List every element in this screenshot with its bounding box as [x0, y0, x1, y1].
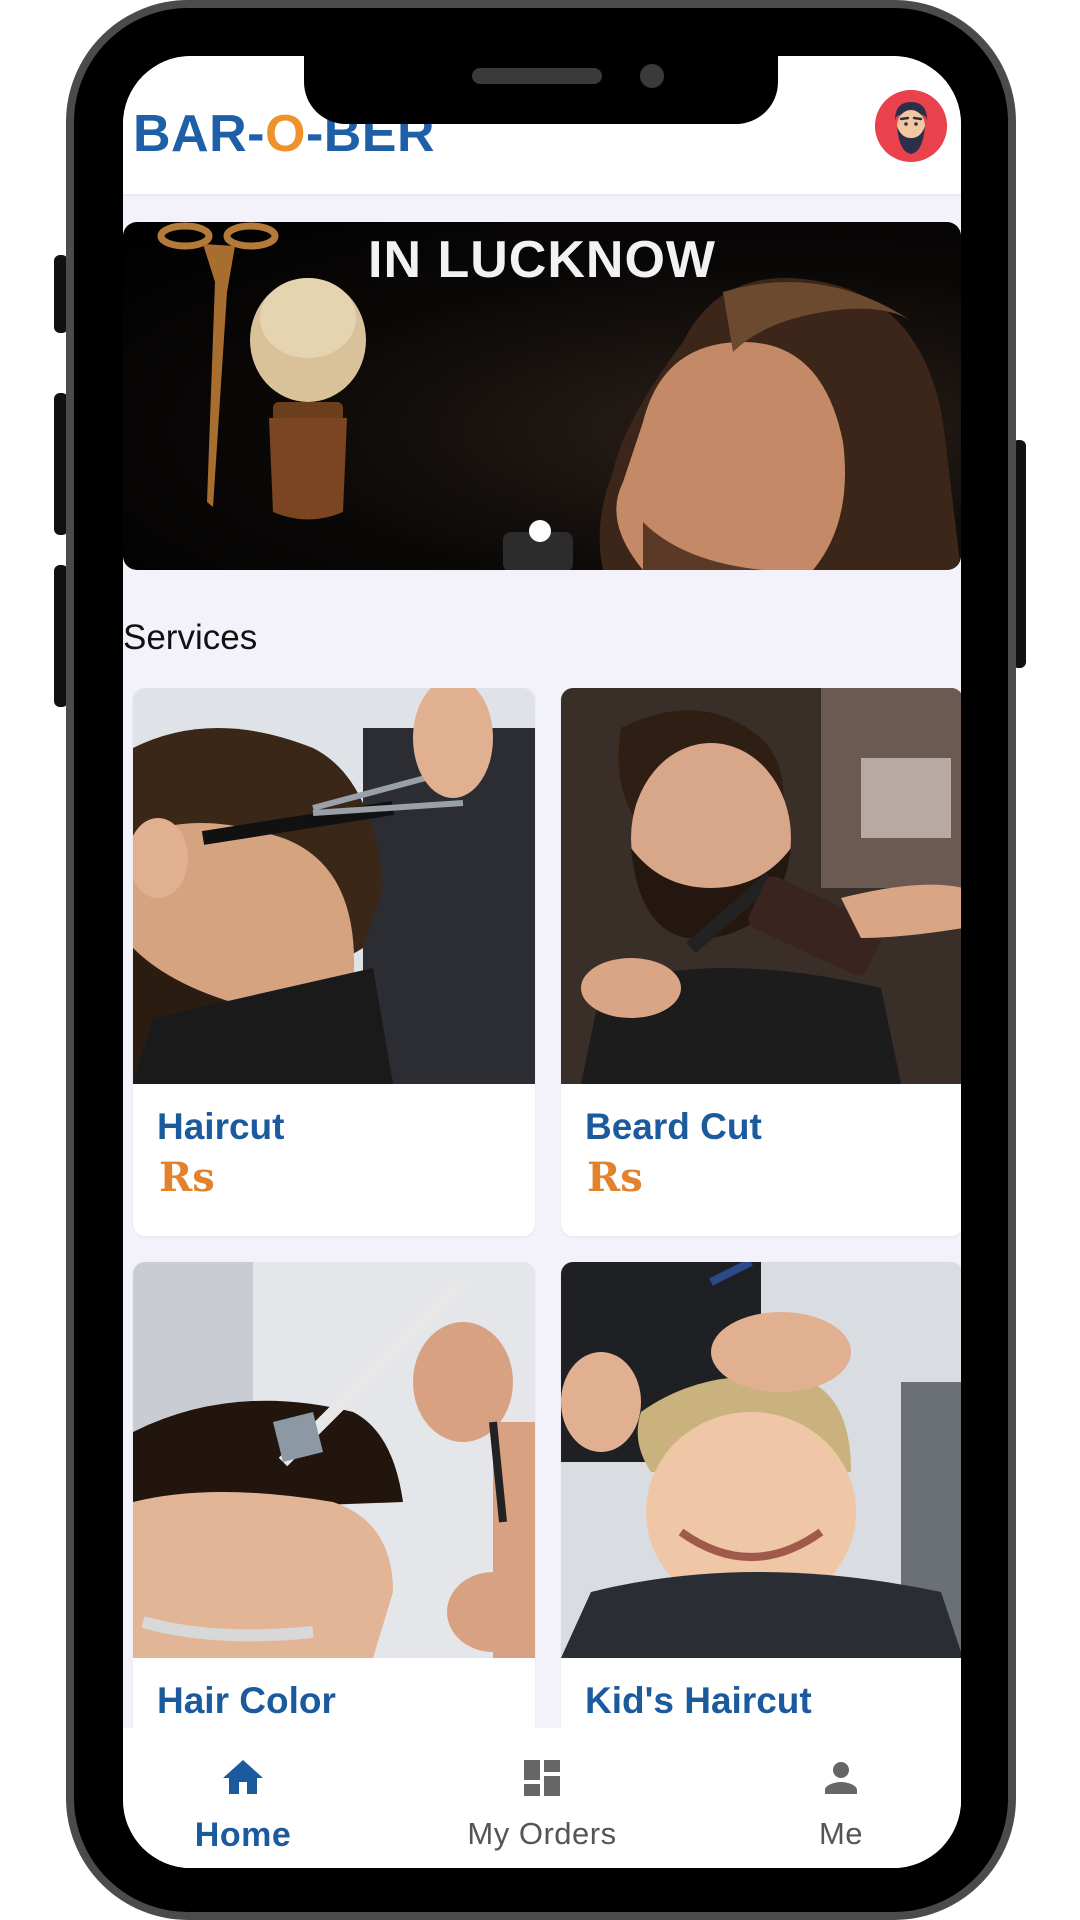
service-name: Hair Color [157, 1680, 336, 1721]
app-screen: BAR-O-BER IN LUCKNOW Services Haircut Rs… [123, 56, 961, 1868]
nav-item-my-orders[interactable]: My Orders [422, 1728, 662, 1868]
nav-label-me: Me [818, 1816, 864, 1851]
person-icon [825, 1762, 857, 1794]
service-card-beard-cut[interactable]: Beard Cut Rs [561, 688, 961, 1236]
service-card-haircut[interactable]: Haircut Rs [133, 688, 535, 1236]
home-icon [223, 1760, 263, 1794]
bearded-man-avatar-icon [875, 90, 947, 162]
phone-notch [304, 40, 778, 124]
beard-cut-photo [561, 688, 961, 1084]
dashboard-grid-icon [524, 1760, 560, 1796]
bottom-navigation-bar: Home My Orders Me [123, 1728, 961, 1868]
carousel-indicator-dot[interactable] [529, 520, 551, 542]
profile-avatar[interactable] [875, 90, 947, 162]
nav-item-home[interactable]: Home [123, 1728, 363, 1868]
service-name: Beard Cut [585, 1106, 762, 1147]
earpiece-speaker [472, 68, 602, 84]
hair-color-photo [133, 1262, 535, 1658]
service-price: Rs [159, 1154, 215, 1201]
services-section-title: Services [123, 618, 258, 657]
service-price: Rs [587, 1154, 643, 1201]
nav-label-home: Home [194, 1816, 292, 1854]
haircut-photo [133, 688, 535, 1084]
promo-banner-carousel[interactable]: IN LUCKNOW [123, 222, 961, 570]
front-camera [640, 64, 664, 88]
nav-item-me[interactable]: Me [721, 1728, 961, 1868]
kids-haircut-photo [561, 1262, 961, 1658]
service-name: Haircut [157, 1106, 285, 1147]
service-name: Kid's Haircut [585, 1680, 812, 1721]
nav-label-my-orders: My Orders [467, 1816, 617, 1851]
banner-title: IN LUCKNOW [368, 231, 716, 289]
